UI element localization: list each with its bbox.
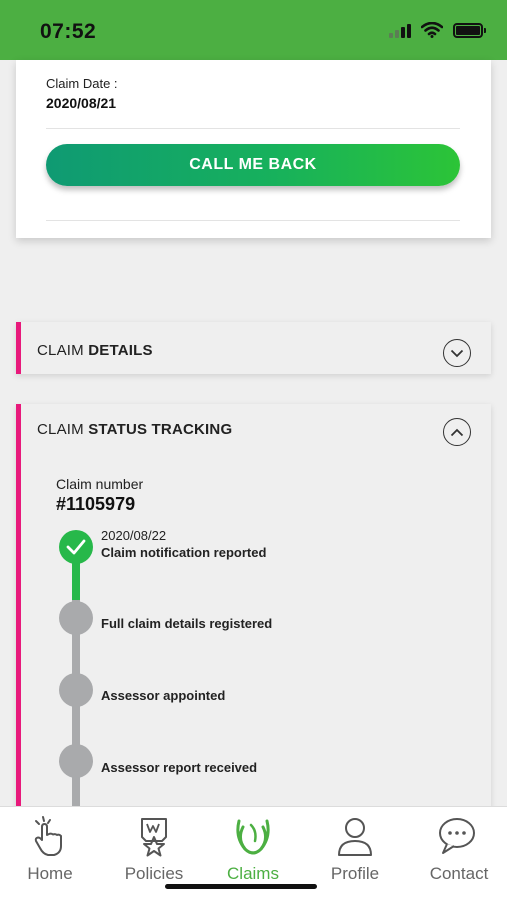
status-time: 07:52 <box>40 20 97 43</box>
home-indicator[interactable] <box>165 884 317 889</box>
status-icons <box>389 22 486 38</box>
chevron-up-icon <box>450 428 464 436</box>
person-icon <box>338 818 372 856</box>
status-bar: 07:52 <box>0 0 507 60</box>
step-label: Full claim details registered <box>101 616 273 631</box>
step-complete-marker <box>59 530 93 564</box>
claim-summary-card: Claim Date : 2020/08/21 CALL ME BACK <box>16 60 491 238</box>
claim-date-label: Claim Date : <box>46 76 118 91</box>
claim-status-tracking-title: CLAIM STATUS TRACKING <box>37 421 233 438</box>
step-label: Assessor appointed <box>101 688 226 703</box>
step-label: Claim notification reported <box>101 545 267 560</box>
step-pending-marker <box>59 673 93 707</box>
tab-profile[interactable]: Profile <box>305 807 405 900</box>
claim-number-label: Claim number <box>56 476 144 492</box>
expand-claim-details-button[interactable] <box>443 339 471 367</box>
battery-icon <box>453 22 486 38</box>
chevron-down-icon <box>450 349 464 357</box>
collapse-tracking-button[interactable] <box>443 418 471 446</box>
hand-tap-icon <box>34 816 62 856</box>
tab-contact[interactable]: Contact <box>409 807 507 900</box>
tab-label: Home <box>27 864 73 883</box>
tab-label: Claims <box>227 864 279 883</box>
policy-badge-icon <box>141 818 167 857</box>
claim-status-tracking-panel: CLAIM STATUS TRACKING Claim number #1105… <box>16 404 491 830</box>
step-date: 2020/08/22 <box>101 528 167 543</box>
claim-number-value: #1105979 <box>56 494 136 514</box>
step-pending-marker <box>59 744 93 778</box>
tab-label: Profile <box>330 864 380 883</box>
claim-details-title: CLAIM DETAILS <box>37 342 153 359</box>
tab-home[interactable]: Home <box>0 807 100 900</box>
claim-details-panel[interactable]: CLAIM DETAILS <box>16 322 491 374</box>
tab-label: Contact <box>429 864 489 883</box>
tab-label: Policies <box>124 864 184 883</box>
divider <box>46 128 460 129</box>
cellular-signal-icon <box>389 22 411 38</box>
step-pending-marker <box>59 601 93 635</box>
claims-swirl-icon <box>236 819 270 855</box>
call-me-back-button[interactable]: CALL ME BACK <box>46 144 460 186</box>
wifi-icon <box>421 22 443 38</box>
claim-date-value: 2020/08/21 <box>46 95 117 111</box>
step-label: Assessor report received <box>101 760 258 775</box>
divider <box>46 220 460 221</box>
checkmark-icon <box>66 539 86 555</box>
chat-bubbles-icon <box>439 818 475 854</box>
